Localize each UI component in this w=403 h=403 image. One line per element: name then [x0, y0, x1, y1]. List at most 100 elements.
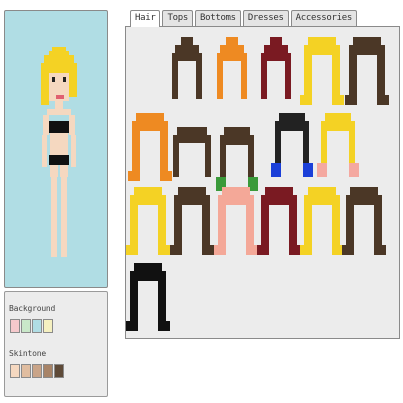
neck [55, 101, 63, 109]
top [304, 195, 340, 205]
hair-option-14[interactable] [257, 185, 301, 261]
left-thigh [50, 165, 58, 177]
skintone-swatch-5[interactable] [54, 364, 64, 378]
background-swatch-2[interactable] [21, 319, 31, 333]
hair-sprite [300, 37, 344, 105]
right-tip [160, 245, 170, 255]
bun [226, 37, 238, 45]
left-ribbon [271, 163, 281, 177]
left-tip [300, 95, 310, 105]
right-ribbon [303, 163, 313, 177]
tab-hair[interactable]: Hair [130, 10, 161, 27]
right-upper-arm [69, 115, 75, 135]
crown [222, 187, 250, 195]
background-swatches [10, 319, 53, 333]
hair-option-3[interactable] [255, 35, 299, 111]
hair-sprite [300, 187, 344, 255]
hair-option-15[interactable] [300, 185, 344, 261]
hair-option-9[interactable] [271, 111, 315, 187]
tab-bottoms[interactable]: Bottoms [194, 10, 241, 26]
hair-option-2[interactable] [211, 35, 255, 111]
crown [178, 187, 206, 195]
top [130, 271, 166, 281]
hair-options-panel [125, 26, 400, 339]
crown [353, 37, 381, 45]
left-strand [172, 53, 178, 99]
background-swatch-4[interactable] [43, 319, 53, 333]
hair-option-1[interactable] [166, 35, 210, 111]
left-side [173, 143, 179, 177]
tab-dresses[interactable]: Dresses [242, 10, 289, 26]
right-strand [196, 53, 202, 99]
left-forearm [42, 135, 47, 167]
crown [136, 113, 164, 121]
crown [279, 113, 305, 121]
crown [224, 127, 250, 135]
hair-sprite [126, 263, 170, 331]
right-tip [204, 245, 214, 255]
hair-option-5[interactable] [345, 35, 389, 111]
hair-sprite [317, 113, 359, 177]
skintone-label: Skintone [9, 349, 46, 358]
right-strand [285, 53, 291, 99]
top [321, 121, 355, 131]
crown [134, 187, 162, 195]
hair-option-17[interactable] [126, 261, 170, 337]
hair-option-10[interactable] [317, 111, 361, 187]
skintone-swatch-3[interactable] [32, 364, 42, 378]
left-tip [126, 321, 136, 331]
tab-accessories[interactable]: Accessories [290, 10, 357, 26]
left-tip [345, 95, 355, 105]
bun [181, 37, 193, 45]
hair-option-6[interactable] [128, 111, 172, 187]
right-side [205, 143, 211, 177]
top [349, 45, 385, 55]
bangs [267, 53, 285, 61]
right-tip [160, 321, 170, 331]
tab-tops[interactable]: Tops [162, 10, 193, 26]
background-label: Background [9, 304, 56, 313]
hair-option-16[interactable] [342, 185, 386, 261]
hair-option-11[interactable] [126, 185, 170, 261]
torso [50, 133, 68, 155]
right-tip [379, 95, 389, 105]
crown [220, 45, 244, 53]
bangs [49, 65, 69, 73]
hair-sprite [170, 187, 214, 255]
tube-top [49, 121, 69, 133]
left-tip [126, 245, 136, 255]
top [275, 121, 309, 131]
background-swatch-3[interactable] [32, 319, 42, 333]
background-swatch-1[interactable] [10, 319, 20, 333]
hair-option-12[interactable] [170, 185, 214, 261]
skintone-swatches [10, 364, 64, 378]
character-preview [4, 10, 108, 288]
hair-sprite [172, 37, 202, 99]
left-eye [52, 77, 55, 82]
top [346, 195, 382, 205]
hair-right [69, 63, 77, 97]
top [173, 135, 211, 143]
skintone-swatch-1[interactable] [10, 364, 20, 378]
skintone-swatch-4[interactable] [43, 364, 53, 378]
right-leg [61, 177, 67, 257]
swatch-panel: Background Skintone [4, 291, 108, 397]
top [220, 135, 254, 145]
crown [325, 113, 351, 121]
crown [350, 187, 378, 195]
crown [175, 45, 199, 53]
shoulders [47, 109, 71, 115]
top [261, 195, 297, 205]
top [132, 121, 168, 131]
hair-option-13[interactable] [214, 185, 258, 261]
left-tip [170, 245, 180, 255]
bun [270, 37, 282, 45]
hair-option-4[interactable] [300, 35, 344, 111]
right-ribbon [349, 163, 359, 177]
crown [177, 127, 207, 135]
left-tip [257, 245, 267, 255]
skintone-swatch-2[interactable] [21, 364, 31, 378]
hair-sprite [217, 37, 247, 99]
hair-sprite [342, 187, 386, 255]
hair-sprite [271, 113, 313, 177]
